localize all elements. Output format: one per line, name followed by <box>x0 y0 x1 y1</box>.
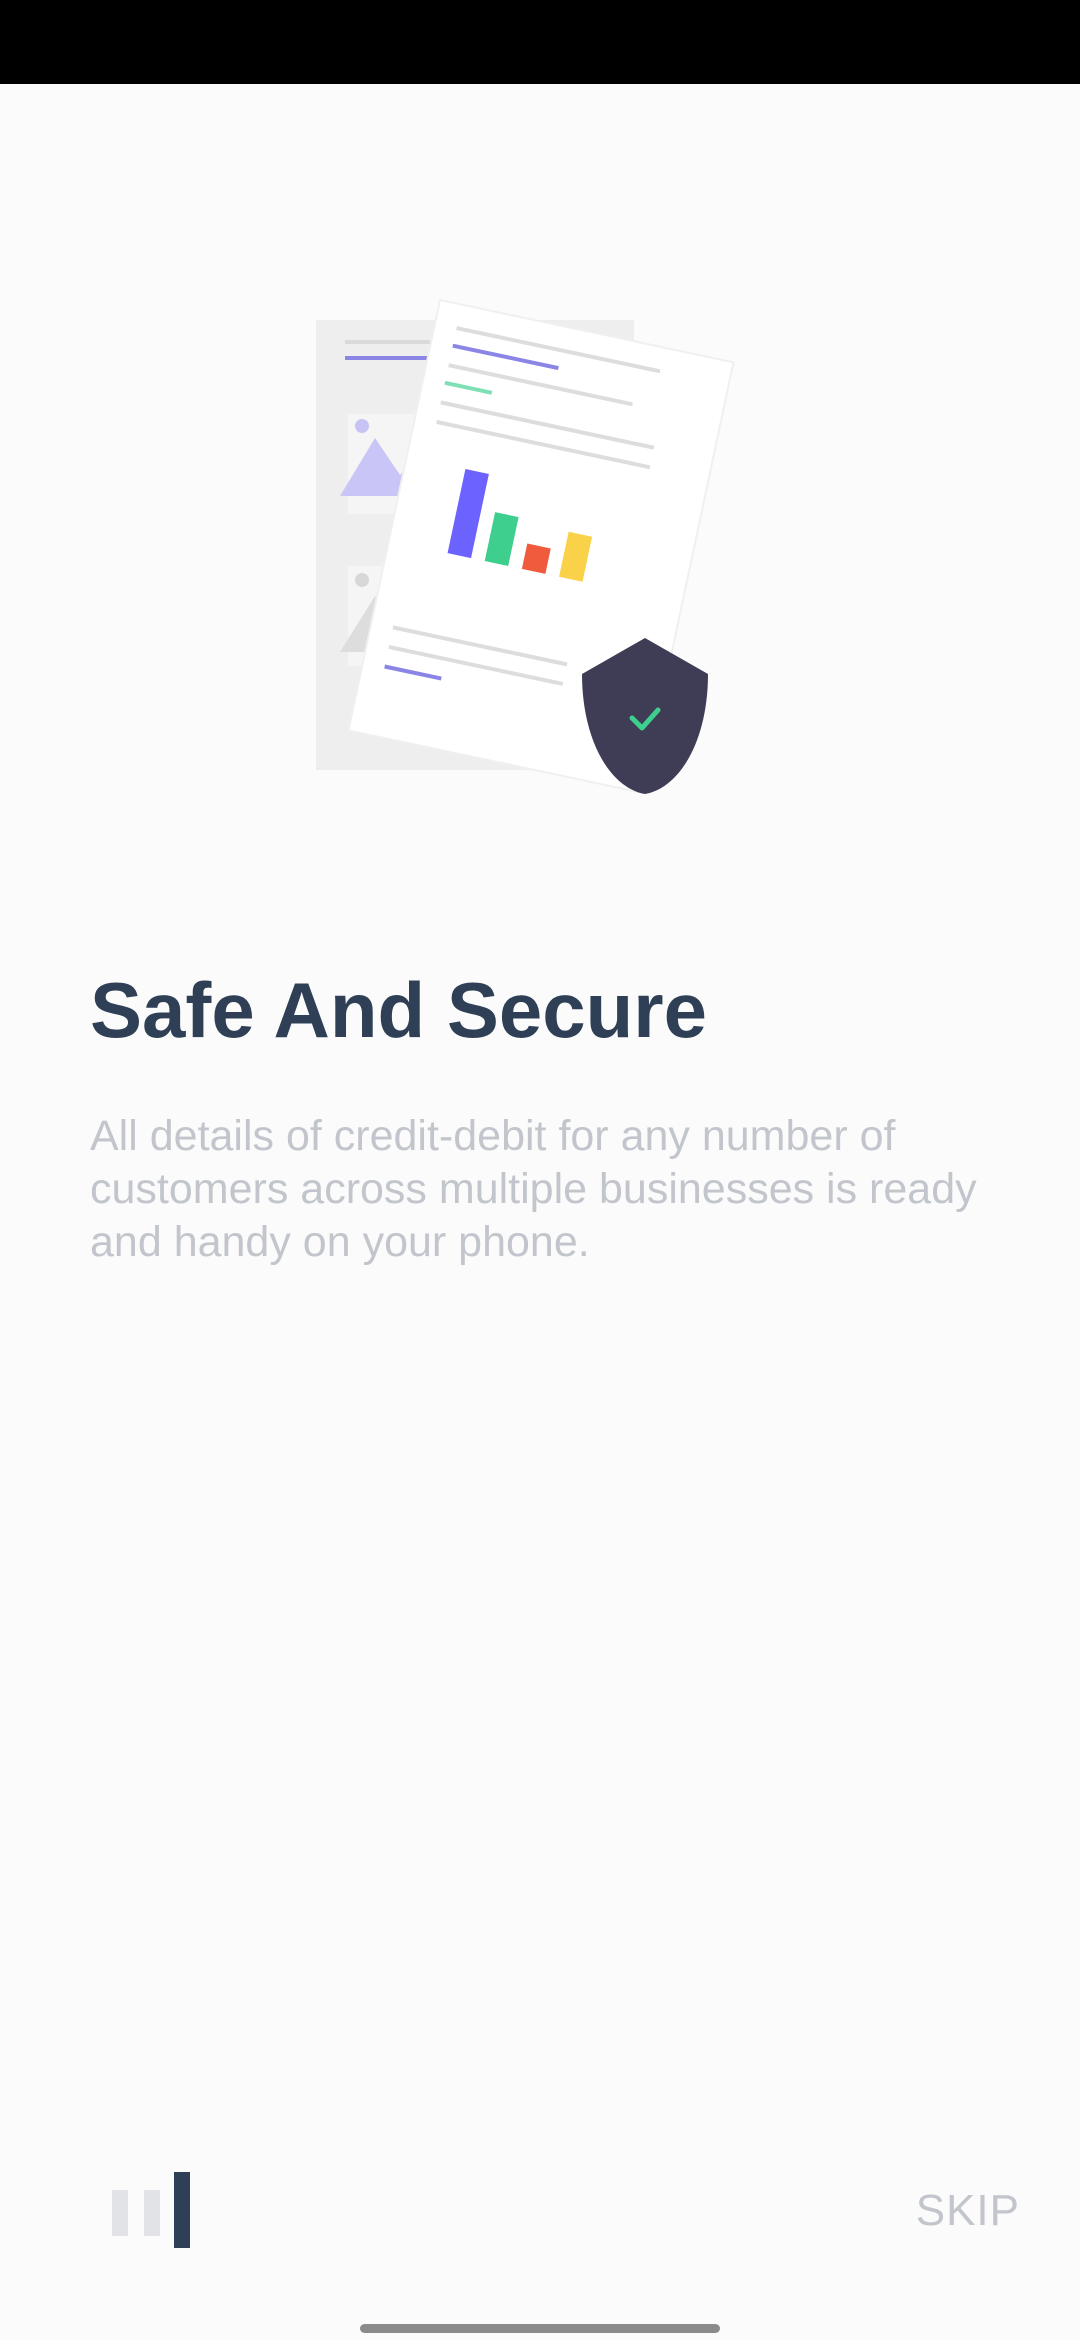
document-shield-illustration <box>300 290 780 810</box>
illustration-svg <box>316 298 735 794</box>
onboarding-title: Safe And Secure <box>90 966 707 1054</box>
page-indicator-dot <box>144 2190 160 2236</box>
page-indicator <box>112 2172 192 2248</box>
page-indicator-dot-active <box>174 2172 190 2248</box>
skip-button[interactable]: SKIP <box>916 2186 1020 2236</box>
page-indicator-dot <box>112 2190 128 2236</box>
status-bar <box>0 0 1080 84</box>
home-indicator[interactable] <box>360 2324 720 2333</box>
onboarding-description: All details of credit-debit for any numb… <box>90 1112 977 1266</box>
